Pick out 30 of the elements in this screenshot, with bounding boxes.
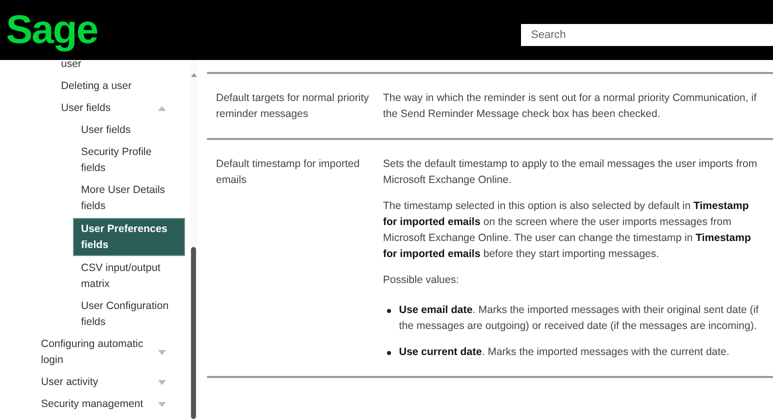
bullet-icon xyxy=(387,351,391,355)
description-text: Possible values: xyxy=(383,273,460,288)
scroll-up-icon[interactable] xyxy=(190,73,196,77)
nav-item[interactable]: User fields xyxy=(73,120,185,140)
nav-item[interactable]: Deleting a user xyxy=(53,76,140,96)
description-text: The timestamp selected in this option is also selected by default in Timestamp for imported emails on the screen where the user imports messages from Microsoft Exchange Online. The user can change the timestamp in Timestamp for imported emails before they start importing messages. xyxy=(383,199,752,262)
nav-item[interactable]: Configuring automatic login xyxy=(33,334,158,370)
nav-item[interactable]: User Preferences fields xyxy=(73,218,185,256)
search-field[interactable]: Search xyxy=(521,24,773,46)
nav-item[interactable]: User activity xyxy=(33,372,106,392)
nav-item[interactable]: Security Profile fields xyxy=(73,142,185,178)
nav-item[interactable]: User fields xyxy=(53,98,119,118)
list-item-text: Use current date. Marks the imported messages with the current date. xyxy=(399,345,730,360)
nav-item[interactable]: More User Details fields xyxy=(73,180,185,216)
bullet-icon xyxy=(387,309,391,313)
nav-item[interactable]: Security management xyxy=(33,394,152,414)
caret-icon[interactable] xyxy=(158,350,166,354)
caret-icon[interactable] xyxy=(158,106,166,110)
nav-item[interactable]: user xyxy=(53,60,90,74)
scrollbar-thumb[interactable] xyxy=(191,247,196,419)
nav-item[interactable]: User Configuration fields xyxy=(73,296,185,332)
field-name: Default timestamp for imported emails xyxy=(216,157,361,188)
list-item-text: Use email date. Marks the imported messages with their original sent date (if the messages are outgoing) or received date (if the messages are incoming). xyxy=(399,303,760,334)
description-text: The way in which the reminder is sent out for a normal priority Communication, if the Send Reminder Message check box has been checked. xyxy=(383,91,758,122)
caret-icon[interactable] xyxy=(158,380,166,384)
caret-icon[interactable] xyxy=(158,402,166,406)
description-text: Sets the default timestamp to apply to the email messages the user imports from Microsoft Exchange Online. xyxy=(383,157,758,188)
field-name: Default targets for normal priority reminder messages xyxy=(216,91,370,122)
nav-item[interactable]: CSV input/output matrix xyxy=(73,258,185,294)
logo[interactable]: Sage xyxy=(6,10,98,50)
